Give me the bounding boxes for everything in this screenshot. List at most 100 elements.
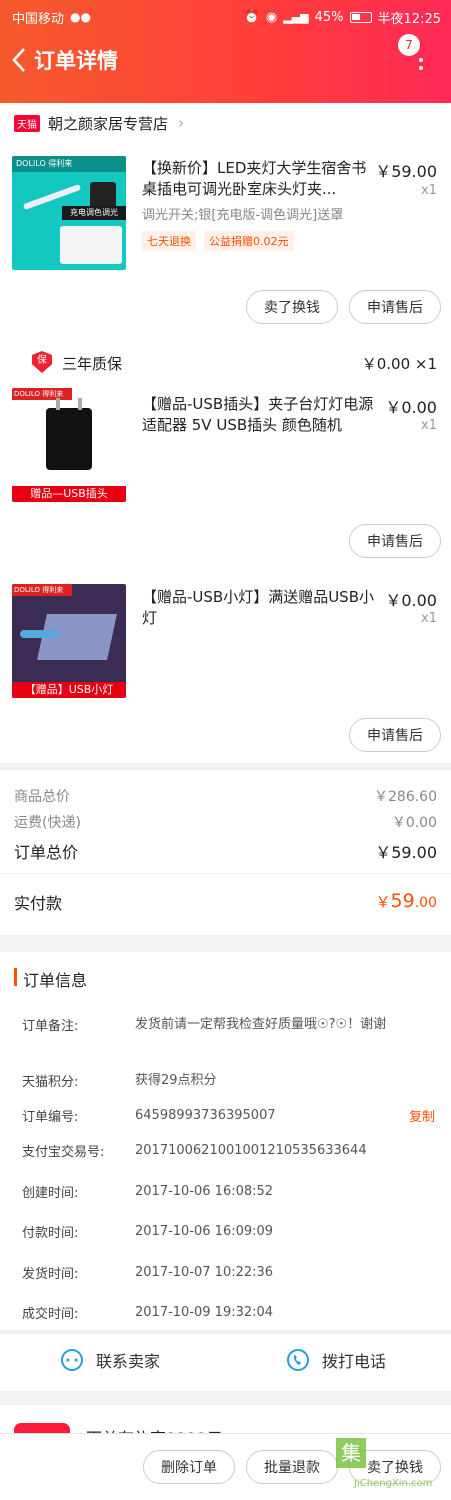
paid-amount: ￥59.00: [376, 890, 437, 914]
bulk-refund-button[interactable]: 批量退款: [246, 1450, 338, 1484]
thumb-caption: 赠品—USB插头: [12, 486, 126, 502]
back-button[interactable]: [4, 40, 34, 80]
paid-currency: ￥: [375, 893, 391, 911]
message-count-badge: 7: [398, 34, 420, 56]
product-price: ￥59.00: [375, 162, 437, 181]
watermark-text: JiChengXin.com: [354, 1478, 433, 1489]
bottom-action-bar: 删除订单 批量退款 卖了换钱 集 JiChengXin.com: [0, 1433, 451, 1500]
eye-icon: ◉: [265, 9, 278, 25]
call-label: 拨打电话: [322, 1352, 387, 1371]
info-value: 获得29点积分: [135, 1073, 217, 1088]
charity-tag: 公益捐赠0.02元: [204, 231, 294, 251]
return-policy-tag: 七天退换: [142, 231, 196, 251]
status-bar: 中国移动 ●● ⏰ ◉ ▂▄▆ 45% 半夜12:25: [12, 6, 441, 28]
delete-order-button[interactable]: 删除订单: [143, 1450, 235, 1484]
product-title[interactable]: 【换新价】LED夹灯大学生宿舍书桌插电可调光卧室床头灯夹...: [142, 158, 374, 200]
paid-dec: .00: [414, 895, 437, 911]
shipping-label: 运费(快递): [14, 815, 81, 831]
app-header: 中国移动 ●● ⏰ ◉ ▂▄▆ 45% 半夜12:25 订单详情 7: [0, 0, 451, 103]
section-title: 订单信息: [23, 971, 88, 990]
paid-int: 59: [390, 890, 415, 912]
battery-percent: 45%: [314, 9, 344, 25]
info-label: 天猫积分:: [22, 1075, 79, 1090]
product-price: ￥0.00: [385, 591, 437, 610]
product-title[interactable]: 【赠品-USB插头】夹子台灯灯电源适配器 5V USB插头 颜色随机: [142, 394, 374, 436]
info-value: 2017-10-07 10:22:36: [135, 1265, 274, 1280]
store-row[interactable]: 天猫 朝之颜家居专营店 ›: [0, 108, 451, 138]
brand-label: DOLILO 得利来: [12, 156, 126, 172]
info-label: 订单编号:: [22, 1110, 79, 1125]
goods-total-value: ￥286.60: [374, 789, 437, 805]
shipping-value: ￥0.00: [391, 815, 437, 831]
goods-total-label: 商品总价: [14, 789, 70, 805]
product-image[interactable]: DOLILO 得利来 【赠品】USB小灯: [12, 584, 126, 698]
order-total-row: 订单总价 ￥59.00: [14, 839, 437, 863]
after-sales-button[interactable]: 申请售后: [349, 718, 441, 752]
divider: [0, 873, 451, 874]
after-sales-button[interactable]: 申请售后: [349, 290, 441, 324]
tmall-badge: 天猫: [14, 114, 40, 132]
order-total-value: ￥59.00: [375, 843, 437, 862]
product-qty: x1: [421, 183, 437, 198]
warranty-label: 三年质保: [62, 355, 123, 373]
thumb-caption: 【赠品】USB小灯: [12, 682, 126, 698]
brand-label: DOLILO 得利来: [12, 388, 72, 400]
product-title[interactable]: 【赠品-USB小灯】满送赠品USB小灯: [142, 587, 374, 629]
paid-row: 实付款 ￥59.00: [14, 890, 437, 914]
product-image[interactable]: DOLILO 得利来 赠品—USB插头: [12, 388, 126, 502]
battery-icon: [349, 11, 372, 23]
info-label: 成交时间:: [22, 1307, 79, 1322]
info-label: 创建时间:: [22, 1186, 79, 1201]
more-dot-icon: [419, 58, 423, 62]
signal-icon: ▂▄▆: [283, 10, 309, 24]
warranty-price: ￥0.00 ×1: [361, 355, 437, 373]
chevron-left-icon: [12, 48, 25, 72]
wechat-icon: ●●: [70, 10, 91, 24]
more-dot-icon: [419, 66, 423, 70]
watermark-logo: 集: [336, 1438, 366, 1468]
contact-seller-label: 联系卖家: [96, 1352, 161, 1371]
info-label: 付款时间:: [22, 1226, 79, 1241]
page-title: 订单详情: [34, 49, 118, 73]
chat-icon: [61, 1349, 83, 1371]
chevron-right-icon: ›: [178, 114, 185, 132]
phone-icon: [287, 1349, 309, 1371]
info-label: 支付宝交易号:: [22, 1145, 105, 1160]
section-accent-bar: [14, 968, 17, 986]
product-price: ￥0.00: [385, 398, 437, 417]
product-qty: x1: [421, 611, 437, 626]
store-name: 朝之颜家居专营店: [48, 114, 169, 133]
promo-card[interactable]: 下单有礼享1111元: [0, 1405, 451, 1448]
resell-button[interactable]: 卖了换钱: [246, 290, 338, 324]
brand-label: DOLILO 得利来: [12, 584, 72, 596]
prong-shape: [78, 398, 82, 410]
thumb-caption: 充电调色调光: [62, 206, 126, 220]
more-menu-button[interactable]: 7: [398, 34, 433, 80]
info-value: 2017-10-06 16:08:52: [135, 1184, 274, 1199]
product-image[interactable]: DOLILO 得利来 充电调色调光: [12, 156, 126, 270]
paid-label: 实付款: [14, 894, 63, 913]
shipping-row: 运费(快递) ￥0.00: [14, 812, 437, 832]
usb-light-shape: [20, 630, 58, 638]
call-button[interactable]: 拨打电话: [286, 1348, 386, 1372]
alarm-icon: ⏰: [243, 9, 260, 25]
copy-button[interactable]: 复制: [409, 1106, 435, 1125]
info-label: 订单备注:: [22, 1019, 79, 1034]
info-value: 2017-10-06 16:09:09: [135, 1224, 274, 1239]
package-shape: [60, 226, 122, 264]
prong-shape: [56, 398, 60, 410]
contact-seller-button[interactable]: 联系卖家: [60, 1348, 160, 1372]
clock: 半夜12:25: [377, 11, 441, 27]
info-value: 2017100621001001210535633644: [135, 1143, 367, 1158]
order-total-label: 订单总价: [14, 843, 79, 862]
carrier-label: 中国移动: [12, 11, 65, 27]
product-sku: 调光开关;银[充电版-调色调光]送罩: [142, 208, 344, 223]
info-value: 发货前请一定帮我检查好质量哦☉?☉！谢谢: [135, 1017, 387, 1032]
product-qty: x1: [421, 418, 437, 433]
goods-total-row: 商品总价 ￥286.60: [14, 786, 437, 806]
after-sales-button[interactable]: 申请售后: [349, 524, 441, 558]
info-label: 发货时间:: [22, 1267, 79, 1282]
info-value: 2017-10-09 19:32:04: [135, 1305, 274, 1320]
info-value: 64598993736395007: [135, 1108, 276, 1123]
usb-plug-shape: [46, 408, 92, 470]
